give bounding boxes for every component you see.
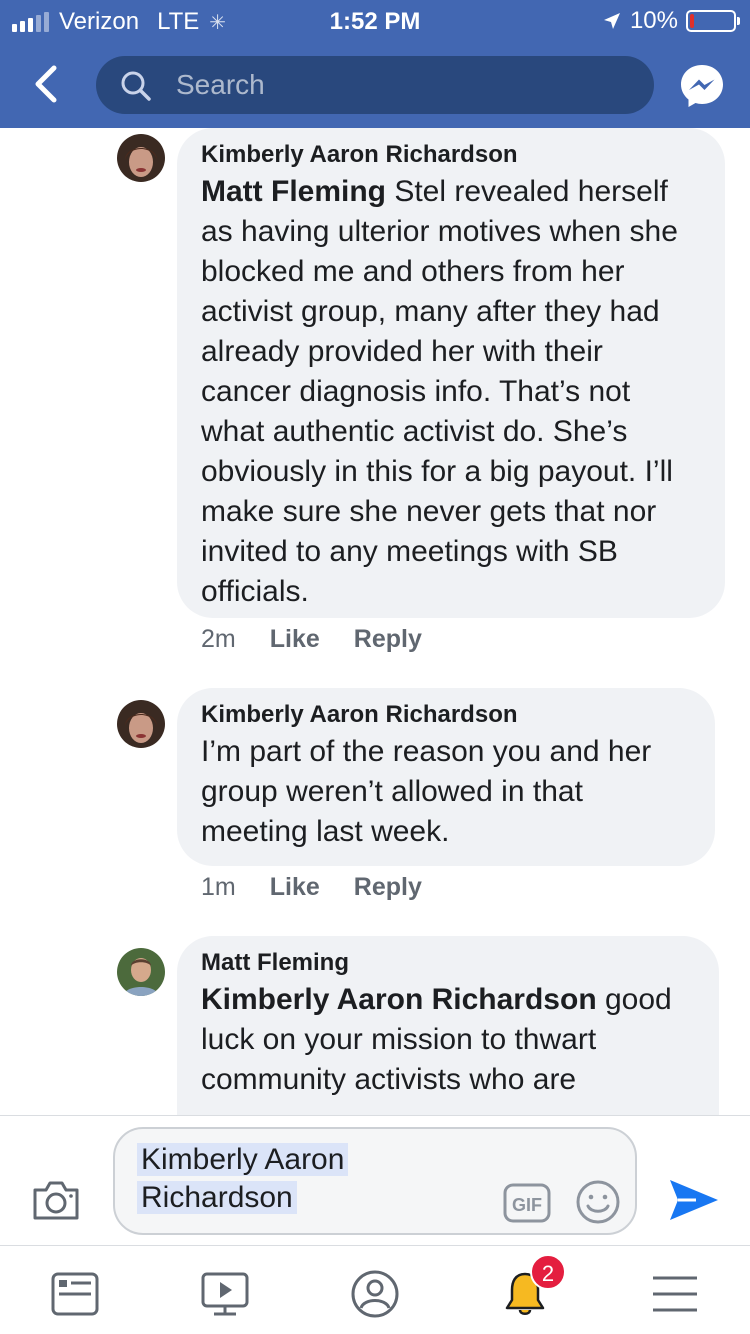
comment-author[interactable]: Kimberly Aaron Richardson [201, 140, 701, 170]
mention-link[interactable]: Matt Fleming [201, 175, 386, 208]
gif-label: GIF [512, 1195, 542, 1215]
emoji-icon[interactable] [575, 1179, 621, 1225]
messenger-icon[interactable] [678, 62, 726, 110]
avatar[interactable] [117, 134, 165, 182]
app-header: Verizon LTE ✳ 1:52 PM 10% [0, 0, 750, 128]
watch-icon[interactable] [199, 1268, 251, 1320]
comment-timestamp: 2m [201, 625, 236, 653]
profile-icon[interactable] [349, 1268, 401, 1320]
search-input[interactable] [176, 64, 616, 106]
comment-author[interactable]: Kimberly Aaron Richardson [201, 700, 691, 730]
avatar[interactable] [117, 948, 165, 996]
like-button[interactable]: Like [270, 625, 320, 654]
status-bar: Verizon LTE ✳ 1:52 PM 10% [0, 0, 750, 40]
comment-body: I’m part of the reason you and her group… [201, 735, 652, 848]
comment-timestamp: 1m [201, 873, 236, 901]
comment-composer: Kimberly Aaron Richardson GIF [0, 1115, 750, 1245]
bottom-tab-bar: 2 [0, 1245, 750, 1334]
battery-percent: 10% [629, 7, 678, 34]
back-chevron-icon[interactable] [30, 64, 66, 104]
like-button[interactable]: Like [270, 873, 320, 902]
battery-icon [686, 10, 740, 32]
comment-bubble[interactable]: Kimberly Aaron Richardson I’m part of th… [177, 688, 715, 866]
mention-link[interactable]: Kimberly Aaron Richardson [201, 983, 597, 1016]
reply-button[interactable]: Reply [354, 873, 422, 902]
mention-tag: Kimberly Aaron [137, 1143, 349, 1176]
comment-input-text[interactable]: Kimberly Aaron Richardson [137, 1141, 349, 1217]
location-arrow-icon [603, 13, 620, 29]
comment-author[interactable]: Matt Fleming [201, 948, 695, 978]
comment-actions: 2m Like Reply [201, 625, 456, 654]
reply-button[interactable]: Reply [354, 625, 422, 654]
camera-icon[interactable] [31, 1178, 81, 1222]
notification-badge: 2 [530, 1254, 566, 1290]
search-bar[interactable] [96, 56, 654, 114]
gif-button[interactable]: GIF [503, 1183, 551, 1223]
menu-icon[interactable] [649, 1268, 701, 1320]
comment-text: Kimberly Aaron Richardson good luck on y… [201, 980, 695, 1100]
comment-body: Stel revealed herself as having ulterior… [201, 175, 678, 608]
comment-bubble[interactable]: Matt Fleming Kimberly Aaron Richardson g… [177, 936, 719, 1115]
news-feed-icon[interactable] [49, 1268, 101, 1320]
comment-text: Matt Fleming Stel revealed herself as ha… [201, 172, 701, 612]
comment-input[interactable]: Kimberly Aaron Richardson GIF [113, 1127, 637, 1235]
send-icon[interactable] [666, 1176, 722, 1224]
comment-bubble[interactable]: Kimberly Aaron Richardson Matt Fleming S… [177, 128, 725, 618]
comment-actions: 1m Like Reply [201, 873, 456, 902]
search-icon [121, 71, 151, 101]
avatar[interactable] [117, 700, 165, 748]
nav-bar [0, 50, 750, 122]
comment-item: Matt Fleming Kimberly Aaron Richardson g… [0, 936, 750, 1115]
mention-tag: Richardson [137, 1181, 297, 1214]
